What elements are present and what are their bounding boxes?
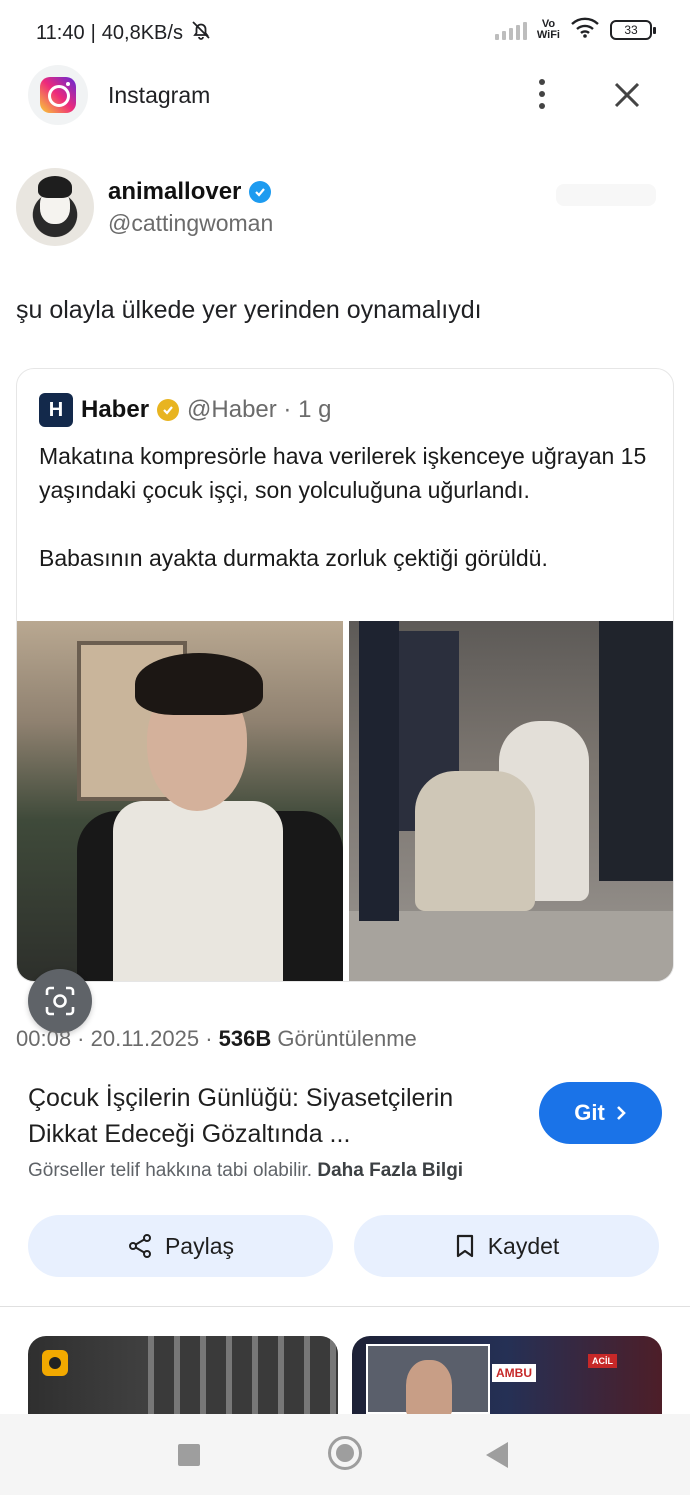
home-button[interactable] [328, 1436, 362, 1470]
photo-boy [17, 621, 343, 981]
quoted-paragraph-1: Makatına kompresörle hava verilerek işke… [39, 443, 647, 503]
status-right: Vo WiFi 33 [494, 16, 656, 43]
quoted-tweet-body: Makatına kompresörle hava verilerek işke… [39, 439, 649, 575]
quoted-handle: @Haber · 1 g [187, 396, 332, 423]
copyright-text: Görseller telif hakkına tabi olabilir. [28, 1160, 313, 1181]
inset-portrait [366, 1344, 490, 1414]
tweet-screenshot[interactable]: animallover @cattingwoman şu olayla ülke… [0, 150, 690, 1000]
vowifi-top: Vo [541, 17, 556, 30]
share-label: Paylaş [164, 1232, 235, 1259]
quoted-tweet-header: H Haber @Haber · 1 g [39, 393, 331, 427]
related-image-2[interactable]: AMBU ACİL [352, 1336, 662, 1414]
gold-verified-icon [157, 399, 180, 421]
wifi-icon [570, 16, 600, 43]
verified-badge-icon [249, 181, 272, 203]
go-button-label: Git [574, 1100, 605, 1125]
display-name: animallover [108, 178, 242, 205]
save-button[interactable]: Kaydet [354, 1215, 659, 1277]
signal-icon [494, 20, 527, 40]
chevron-right-icon [616, 1106, 626, 1120]
go-button[interactable]: Git [539, 1082, 662, 1144]
instagram-app-icon [28, 65, 88, 125]
bookmark-icon [456, 1234, 473, 1258]
system-nav-bar [0, 1414, 690, 1495]
back-button[interactable] [486, 1442, 508, 1468]
vowifi-indicator: Vo WiFi [536, 17, 560, 41]
app-title: Instagram [108, 82, 211, 108]
more-info-link[interactable]: Daha Fazla Bilgi [317, 1160, 463, 1181]
tweet-text: şu olayla ülkede yer yerinden oynamalıyd… [16, 296, 482, 324]
bell-off-icon [189, 18, 213, 48]
divider [0, 1306, 690, 1307]
avatar [16, 168, 94, 246]
photo-funeral [349, 621, 673, 981]
share-button[interactable]: Paylaş [28, 1215, 333, 1277]
instagram-logo-icon [40, 77, 76, 113]
status-speed: 40,8KB/s [101, 21, 183, 44]
watermark [556, 184, 656, 206]
close-icon[interactable] [610, 78, 644, 112]
lens-icon [45, 986, 75, 1016]
tweet-meta: 00:08 · 20.11.2025 · 536B Görüntülenme [16, 1026, 417, 1052]
ambulance-text: AMBU [492, 1364, 536, 1382]
recents-button[interactable] [178, 1444, 200, 1466]
emergency-sign: ACİL [588, 1354, 617, 1368]
app-header: Instagram [0, 62, 690, 128]
more-options-icon[interactable] [528, 76, 556, 112]
battery-icon: 33 [610, 19, 656, 40]
quoted-tweet-card: H Haber @Haber · 1 g Makatına kompresörl… [16, 368, 674, 982]
status-left: 11:40 | 40,8KB/s [36, 18, 213, 48]
quoted-name: Haber [81, 396, 150, 423]
views-count: 536B [218, 1026, 272, 1051]
status-bar: 11:40 | 40,8KB/s Vo WiFi 33 [0, 0, 690, 62]
views-label: Görüntülenme [277, 1026, 417, 1051]
status-separator: | [90, 21, 96, 44]
haber-logo-icon: H [39, 393, 73, 427]
quoted-paragraph-2: Babasının ayakta durmakta zorluk çektiği… [39, 545, 548, 571]
tweet-author: animallover [108, 178, 272, 206]
camera-icon [42, 1350, 68, 1376]
result-title[interactable]: Çocuk İşçilerin Günlüğü: Siyasetçilerin … [28, 1080, 528, 1152]
lens-search-button[interactable] [28, 969, 92, 1033]
status-time: 11:40 [36, 21, 85, 44]
related-image-1[interactable] [28, 1336, 338, 1414]
tweet-timestamp: 00:08 · 20.11.2025 · [16, 1026, 213, 1051]
save-label: Kaydet [487, 1232, 560, 1259]
share-icon [128, 1234, 151, 1258]
copyright-notice: Görseller telif hakkına tabi olabilir. D… [28, 1160, 463, 1182]
user-handle: @cattingwoman [108, 210, 274, 236]
vowifi-bottom: WiFi [536, 28, 560, 41]
